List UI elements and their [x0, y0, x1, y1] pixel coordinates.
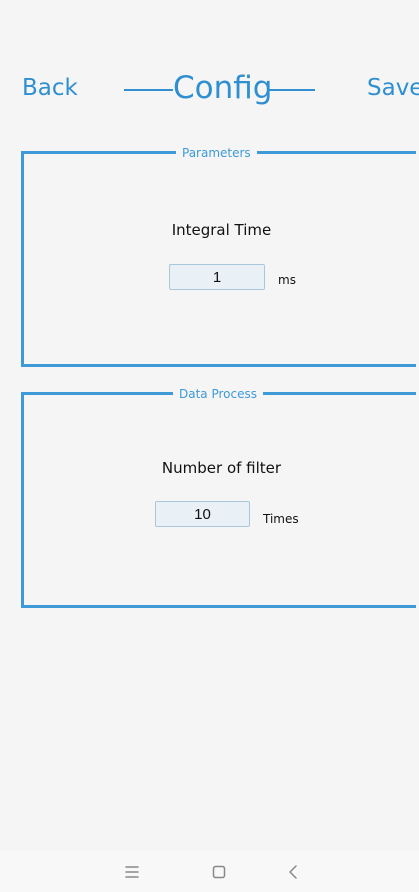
back-icon[interactable] — [282, 860, 306, 884]
save-button[interactable]: Save — [367, 74, 419, 102]
filter-count-unit-label: Times — [263, 512, 299, 526]
filter-count-label: Number of filter — [161, 459, 282, 477]
top-navigation-bar: Back Config Save — [0, 62, 419, 122]
integral-time-input[interactable] — [169, 264, 265, 290]
system-navigation-bar — [0, 850, 419, 892]
integral-time-label: Integral Time — [171, 221, 272, 239]
back-button[interactable]: Back — [22, 74, 78, 102]
home-icon[interactable] — [207, 860, 231, 884]
title-right-divider — [269, 89, 315, 91]
title-left-divider — [124, 89, 173, 91]
parameters-group: Parameters Integral Time ms — [21, 144, 416, 367]
parameters-legend: Parameters — [176, 144, 257, 162]
integral-time-unit-label: ms — [278, 273, 296, 287]
filter-count-input[interactable] — [155, 501, 250, 527]
page-title: Config — [173, 70, 273, 106]
data-process-group: Data Process Number of filter Times — [21, 385, 416, 608]
config-screen: Back Config Save Parameters Integral Tim… — [0, 0, 419, 892]
data-process-legend: Data Process — [173, 385, 263, 403]
menu-icon[interactable] — [120, 860, 144, 884]
